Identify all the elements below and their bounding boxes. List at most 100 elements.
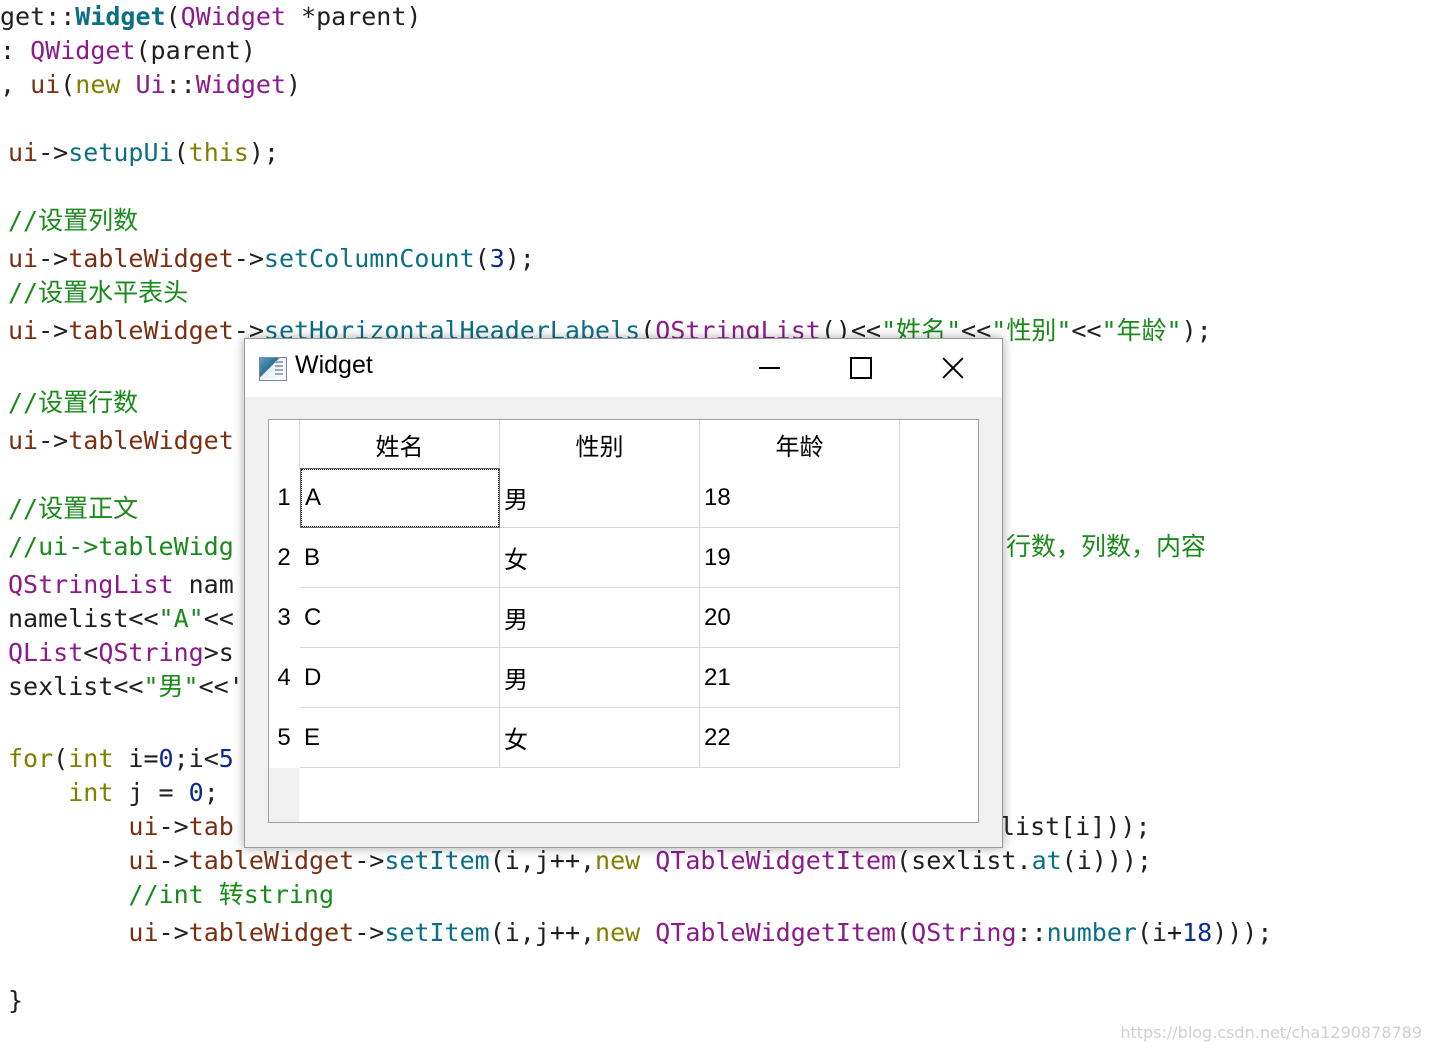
table-cell[interactable]: B: [300, 528, 500, 588]
code-line: }: [8, 984, 23, 1018]
code-token: //设置水平表头: [8, 278, 189, 307]
code-token: 0: [158, 744, 174, 773]
code-token: setItem: [384, 846, 490, 875]
code-token: setItem: [384, 918, 490, 947]
code-token: (i,j++,: [489, 846, 596, 875]
code-token: ->: [158, 846, 189, 875]
code-token: Widget: [195, 70, 287, 99]
row-header[interactable]: 1: [269, 468, 299, 528]
table-cell[interactable]: 20: [700, 588, 900, 648]
code-token: ui: [30, 70, 61, 99]
code-token: (: [60, 70, 76, 99]
row-header[interactable]: 2: [269, 528, 299, 588]
code-token: QString: [911, 918, 1017, 947]
code-line: int j = 0;: [8, 776, 219, 810]
code-token: );: [504, 244, 535, 273]
table-cell[interactable]: 男: [500, 468, 700, 528]
table-cell[interactable]: 21: [700, 648, 900, 708]
code-token: <<: [1071, 316, 1102, 345]
table-cell[interactable]: 19: [700, 528, 900, 588]
code-token: (: [53, 744, 69, 773]
minimize-button[interactable]: [723, 339, 815, 397]
table-cell[interactable]: 男: [500, 588, 700, 648]
table-cell[interactable]: 18: [700, 468, 900, 528]
code-token: 5: [218, 744, 234, 773]
code-token: );: [1181, 316, 1212, 345]
code-token: ->: [354, 846, 385, 875]
code-token: <: [83, 638, 99, 667]
widget-window[interactable]: Widget 姓名 性别 年龄 1 2 3 4 5 A 男 18 B 女 19 …: [244, 338, 1003, 848]
code-line: QList<QString>s: [8, 636, 234, 670]
table-cell[interactable]: A: [300, 468, 500, 528]
code-line: ui->tableWidget: [8, 424, 234, 458]
code-token: //int 转string: [128, 880, 335, 909]
code-token: //设置正文: [8, 494, 139, 523]
code-token: namelist: [8, 604, 129, 633]
code-token: "男": [143, 672, 199, 701]
maximize-button[interactable]: [815, 339, 907, 397]
code-token: ui: [128, 918, 159, 947]
code-token: QTableWidgetItem: [655, 846, 897, 875]
code-token: "A": [158, 604, 204, 633]
table-cell[interactable]: 22: [700, 708, 900, 768]
row-header[interactable]: 3: [269, 588, 299, 648]
code-token: (i)));: [1061, 846, 1152, 875]
row-header[interactable]: 4: [269, 648, 299, 708]
row-header[interactable]: 5: [269, 708, 299, 768]
code-token: ::: [165, 70, 196, 99]
code-token: QWidget: [30, 36, 136, 65]
code-token: get::: [0, 2, 76, 31]
title-bar[interactable]: Widget: [245, 339, 1002, 397]
code-token: "性别": [991, 316, 1072, 345]
code-token: at: [1031, 846, 1062, 875]
column-header[interactable]: 姓名: [300, 420, 500, 468]
code-line: sexlist<<"男"<<': [8, 670, 244, 704]
table-widget[interactable]: 姓名 性别 年龄 1 2 3 4 5 A 男 18 B 女 19 C 男 20 …: [268, 419, 979, 823]
close-button[interactable]: [907, 339, 999, 397]
code-token: (: [896, 918, 912, 947]
code-token: Widget: [75, 2, 166, 31]
code-token: tab: [188, 812, 234, 841]
code-token: QStringList: [8, 570, 174, 599]
code-token: :: [0, 36, 31, 65]
code-token: ->: [158, 918, 189, 947]
code-line: namelist<<"A"<<: [8, 602, 234, 636]
code-token: 3: [489, 244, 505, 273]
code-token: tableWidget: [188, 846, 355, 875]
code-token: QTableWidgetItem: [655, 918, 897, 947]
code-token: ;: [203, 778, 219, 807]
code-token: )));: [1212, 918, 1273, 947]
code-token: setColumnCount: [263, 244, 475, 273]
code-token: ui: [8, 244, 39, 273]
code-token: *parent): [286, 2, 422, 31]
code-line: //int 转string: [8, 878, 334, 912]
code-token: <<: [203, 604, 234, 633]
code-token: <<': [198, 672, 244, 701]
column-header[interactable]: 年龄: [700, 420, 900, 468]
code-line: //设置正文: [8, 492, 138, 526]
window-title: Widget: [295, 351, 373, 379]
code-token: new: [595, 918, 641, 947]
code-token: <<: [113, 672, 144, 701]
table-cell[interactable]: 女: [500, 528, 700, 588]
code-token: setupUi: [68, 138, 174, 167]
code-token: ->: [354, 918, 385, 947]
column-header[interactable]: 性别: [500, 420, 700, 468]
table-cell[interactable]: C: [300, 588, 500, 648]
table-cell[interactable]: E: [300, 708, 500, 768]
code-token: (: [165, 2, 181, 31]
code-line: get::Widget(QWidget *parent): [0, 0, 421, 34]
table-cell[interactable]: 男: [500, 648, 700, 708]
code-token: 行数，列数，内容: [1006, 532, 1207, 561]
code-token: Ui: [135, 70, 166, 99]
code-token: (parent): [135, 36, 256, 65]
code-line: ui->tableWidget->setItem(i,j++,new QTabl…: [8, 916, 1272, 950]
code-token: ;i<: [173, 744, 219, 773]
table-corner-button[interactable]: [269, 420, 300, 469]
watermark: https://blog.csdn.net/cha1290878789: [1120, 1023, 1422, 1042]
code-token: number: [1046, 918, 1137, 947]
table-cell[interactable]: D: [300, 648, 500, 708]
table-cell[interactable]: 女: [500, 708, 700, 768]
maximize-icon: [850, 357, 872, 379]
